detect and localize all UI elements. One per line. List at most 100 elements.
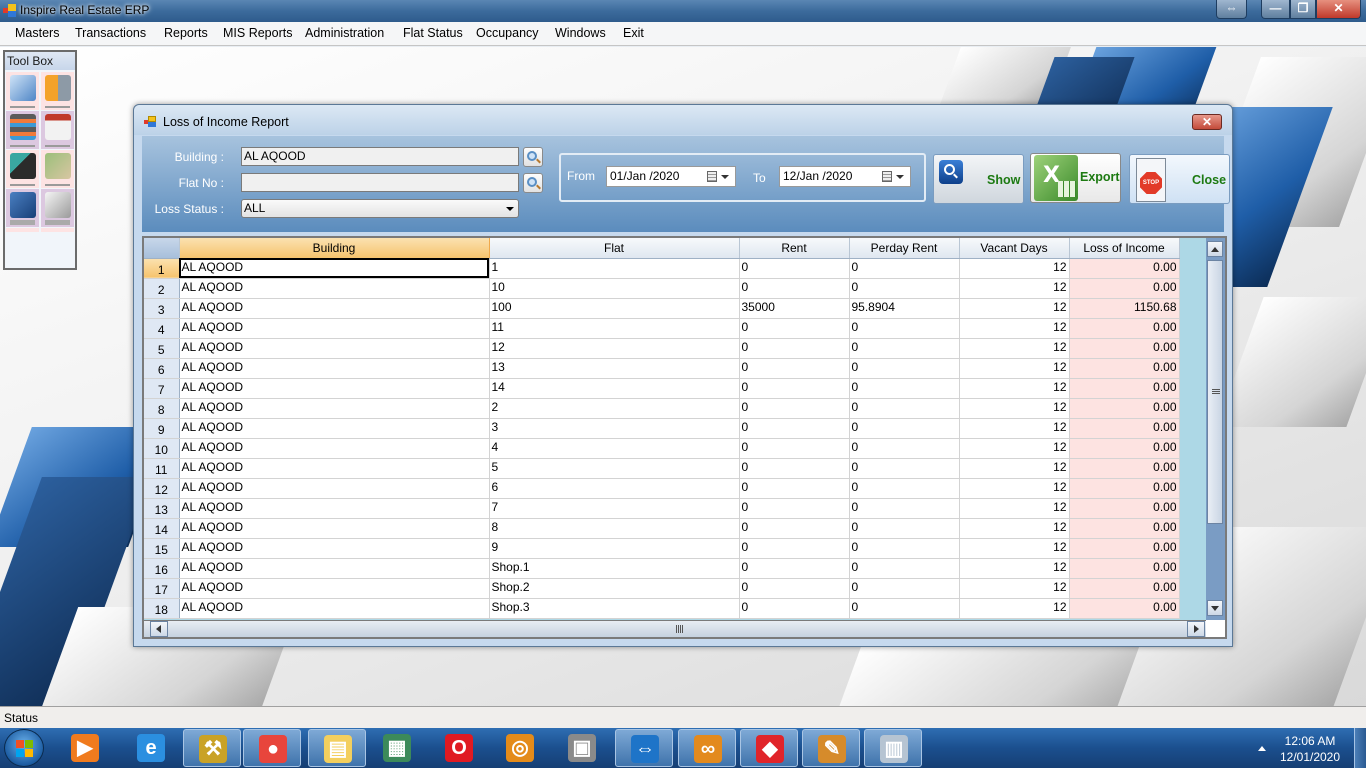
table-row[interactable]: 18 AL AQOOD Shop.3 0 0 12 0.00 [144,598,1180,619]
cell-vacant-days[interactable]: 12 [959,478,1070,499]
row-header[interactable]: 12 [144,478,180,499]
table-row[interactable]: 13 AL AQOOD 7 0 0 12 0.00 [144,498,1180,519]
cell-perday-rent[interactable]: 0 [849,438,960,459]
cell-loss-of-income[interactable]: 0.00 [1069,558,1180,579]
cell-vacant-days[interactable]: 12 [959,298,1070,319]
close-button[interactable]: STOP Close [1129,154,1230,204]
table-row[interactable]: 6 AL AQOOD 13 0 0 12 0.00 [144,358,1180,379]
row-header[interactable]: 3 [144,298,180,319]
cell-building[interactable]: AL AQOOD [179,278,490,299]
cell-flat[interactable]: 9 [489,538,740,559]
row-header[interactable]: 4 [144,318,180,339]
cell-rent[interactable]: 0 [739,418,850,439]
cell-loss-of-income[interactable]: 1150.68 [1069,298,1180,319]
cell-flat[interactable]: 7 [489,498,740,519]
cell-vacant-days[interactable]: 12 [959,558,1070,579]
loss-status-dropdown[interactable]: ALL [241,199,519,218]
row-header[interactable]: 6 [144,358,180,379]
cell-loss-of-income[interactable]: 0.00 [1069,338,1180,359]
cell-flat[interactable]: 3 [489,418,740,439]
cell-building[interactable]: AL AQOOD [179,358,490,379]
menu-transactions[interactable]: Transactions [75,26,146,40]
cell-perday-rent[interactable]: 0 [849,378,960,399]
scroll-down-button[interactable] [1207,600,1223,616]
cell-rent[interactable]: 0 [739,378,850,399]
scroll-right-button[interactable] [1187,621,1205,637]
cell-flat[interactable]: Shop.3 [489,598,740,619]
cell-loss-of-income[interactable]: 0.00 [1069,458,1180,479]
cell-loss-of-income[interactable]: 0.00 [1069,318,1180,339]
cell-perday-rent[interactable]: 0 [849,278,960,299]
row-header[interactable]: 5 [144,338,180,359]
cell-loss-of-income[interactable]: 0.00 [1069,378,1180,399]
cell-rent[interactable]: 0 [739,318,850,339]
cell-perday-rent[interactable]: 0 [849,458,960,479]
cell-flat[interactable]: 12 [489,338,740,359]
table-row[interactable]: 14 AL AQOOD 8 0 0 12 0.00 [144,518,1180,539]
toolbox-item-money[interactable] [41,150,74,188]
table-row[interactable]: 11 AL AQOOD 5 0 0 12 0.00 [144,458,1180,479]
cell-vacant-days[interactable]: 12 [959,518,1070,539]
scroll-left-button[interactable] [150,621,168,637]
row-header[interactable]: 1 [144,258,180,279]
cell-loss-of-income[interactable]: 0.00 [1069,578,1180,599]
cell-rent[interactable]: 0 [739,538,850,559]
row-header[interactable]: 9 [144,418,180,439]
cell-rent[interactable]: 0 [739,558,850,579]
row-header[interactable]: 8 [144,398,180,419]
cell-perday-rent[interactable]: 0 [849,258,960,279]
taskbar-app-visual-studio[interactable]: ∞ [678,729,736,767]
row-header[interactable]: 10 [144,438,180,459]
toolbox-item-edit[interactable] [6,72,39,110]
row-header[interactable]: 16 [144,558,180,579]
toolbox-item-reports[interactable] [6,150,39,188]
row-header[interactable]: 14 [144,518,180,539]
toolbox-item-layers[interactable] [6,111,39,149]
cell-loss-of-income[interactable]: 0.00 [1069,258,1180,279]
cell-flat[interactable]: 5 [489,458,740,479]
toolbox-item-documents[interactable] [41,189,74,227]
cell-flat[interactable]: 2 [489,398,740,419]
cell-flat[interactable]: 8 [489,518,740,539]
menu-reports[interactable]: Reports [164,26,208,40]
cell-flat[interactable]: Shop.1 [489,558,740,579]
column-header-vacant-days[interactable]: Vacant Days [959,238,1070,259]
start-button[interactable] [4,729,44,767]
cell-perday-rent[interactable]: 0 [849,578,960,599]
cell-flat[interactable]: 13 [489,358,740,379]
cell-vacant-days[interactable]: 12 [959,378,1070,399]
cell-vacant-days[interactable]: 12 [959,538,1070,559]
cell-perday-rent[interactable]: 0 [849,518,960,539]
table-row[interactable]: 10 AL AQOOD 4 0 0 12 0.00 [144,438,1180,459]
horizontal-scrollbar[interactable] [144,620,1206,637]
cell-perday-rent[interactable]: 0 [849,358,960,379]
minimize-button[interactable]: — [1261,0,1290,19]
taskbar-app-search-globe[interactable]: ◎ [491,729,549,767]
cell-building[interactable]: AL AQOOD [179,538,490,559]
cell-vacant-days[interactable]: 12 [959,458,1070,479]
cell-building[interactable]: AL AQOOD [179,518,490,539]
cell-perday-rent[interactable]: 95.8904 [849,298,960,319]
cell-building[interactable]: AL AQOOD [179,338,490,359]
column-header-rent[interactable]: Rent [739,238,850,259]
taskbar-app-erp-app[interactable]: ▥ [864,729,922,767]
cell-rent[interactable]: 0 [739,338,850,359]
table-row[interactable]: 3 AL AQOOD 100 35000 95.8904 12 1150.68 [144,298,1180,319]
cell-building[interactable]: AL AQOOD [179,298,490,319]
taskbar-app-opera[interactable]: O [430,729,488,767]
cell-building[interactable]: AL AQOOD [179,578,490,599]
building-lookup-button[interactable] [523,147,543,167]
cell-loss-of-income[interactable]: 0.00 [1069,358,1180,379]
cell-flat[interactable]: 10 [489,278,740,299]
taskbar-app-database-tools[interactable]: ⚒ [183,729,241,767]
taskbar-app-printer[interactable]: ▣ [553,729,611,767]
scroll-up-button[interactable] [1207,241,1223,257]
cell-building[interactable]: AL AQOOD [179,498,490,519]
export-button[interactable]: X Export [1030,153,1121,203]
cell-building[interactable]: AL AQOOD [179,418,490,439]
building-field[interactable]: AL AQOOD [241,147,519,166]
table-row[interactable]: 9 AL AQOOD 3 0 0 12 0.00 [144,418,1180,439]
cell-rent[interactable]: 0 [739,438,850,459]
menu-occupancy[interactable]: Occupancy [476,26,539,40]
cell-flat[interactable]: 11 [489,318,740,339]
